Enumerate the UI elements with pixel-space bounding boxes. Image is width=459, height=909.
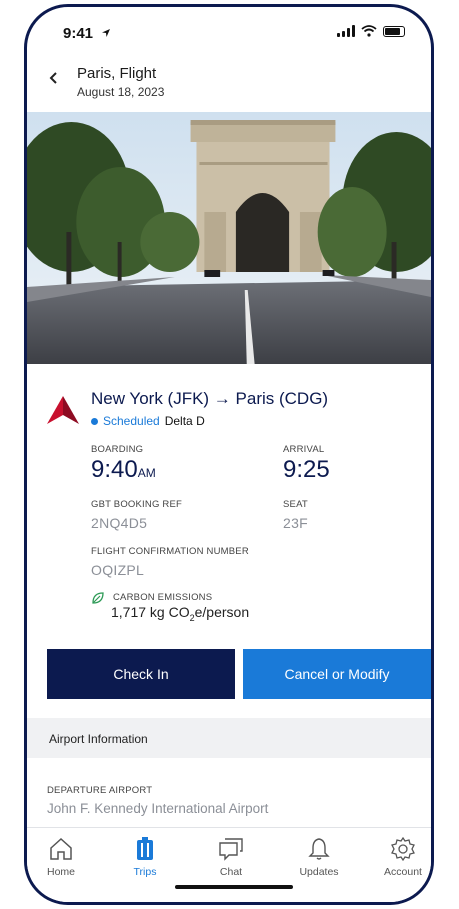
delta-logo-icon <box>47 396 79 424</box>
seat-label: SEAT <box>283 499 308 510</box>
chat-icon <box>219 838 243 861</box>
arrival-time: 9:25 <box>283 456 330 483</box>
tab-account-label: Account <box>384 866 422 878</box>
suitcase-icon <box>137 837 153 860</box>
confirmation-value: OQIZPL <box>91 562 145 578</box>
leaf-icon <box>92 592 104 604</box>
status-icons <box>337 25 405 37</box>
page-title: Paris, Flight <box>77 65 157 82</box>
status-text: Scheduled <box>103 414 160 428</box>
tab-home-label: Home <box>46 866 75 878</box>
booking-ref-label: GBT BOOKING REF <box>91 499 182 510</box>
booking-ref-value: 2NQ4D5 <box>91 515 148 531</box>
carbon-unit: e/person <box>194 604 250 620</box>
tab-updates[interactable]: Updates <box>289 836 349 878</box>
boarding-time-value: 9:40 <box>91 456 138 483</box>
home-icon <box>50 837 72 860</box>
boarding-label: BOARDING <box>91 444 144 455</box>
tab-home[interactable]: Home <box>31 836 91 878</box>
bell-icon <box>308 838 330 860</box>
carbon-label: CARBON EMISSIONS <box>113 592 213 603</box>
trip-date: August 18, 2023 <box>77 85 165 99</box>
boarding-time-suffix: AM <box>137 466 156 480</box>
tab-trips[interactable]: Trips <box>115 836 175 878</box>
confirmation-label: FLIGHT CONFIRMATION NUMBER <box>91 546 249 557</box>
wifi-icon <box>361 25 377 37</box>
departure-airport-label: DEPARTURE AIRPORT <box>47 785 153 796</box>
status-dot-icon <box>91 417 98 425</box>
flight-route: New York (JFK) → Paris (CDG) <box>91 389 329 408</box>
cancel-modify-button[interactable]: Cancel or Modify <box>243 649 431 699</box>
tab-bar: Home Trips Chat Updates Account <box>27 827 431 902</box>
status-bar: 9:41 <box>27 7 431 51</box>
departure-airport-value: John F. Kennedy International Airport <box>47 801 269 816</box>
battery-icon <box>383 25 405 37</box>
location-arrow-icon <box>102 29 110 37</box>
check-in-button[interactable]: Check In <box>47 649 235 699</box>
tab-trips-label: Trips <box>133 866 157 878</box>
tab-updates-label: Updates <box>299 866 339 878</box>
screen: 9:41 Paris, Flight August 18, 2023 New Y… <box>27 7 431 902</box>
flight-card: New York (JFK) → Paris (CDG) Scheduled D… <box>27 364 431 699</box>
arrival-label: ARRIVAL <box>283 444 325 455</box>
seat-value: 23F <box>283 515 309 531</box>
flight-status: Scheduled Delta D <box>91 414 205 428</box>
carbon-amount: 1,717 kg CO <box>111 604 190 620</box>
signal-icon <box>337 25 355 37</box>
boarding-time: 9:40AM <box>91 456 156 484</box>
status-time: 9:41 <box>63 25 94 42</box>
carrier-name: Delta D <box>164 414 205 428</box>
nav-header: Paris, Flight August 18, 2023 <box>27 51 431 109</box>
tab-account[interactable]: Account <box>373 836 431 878</box>
airport-info-title: Airport Information <box>49 732 148 746</box>
phone-frame: 9:41 Paris, Flight August 18, 2023 New Y… <box>24 4 434 905</box>
destination-photo <box>27 112 431 364</box>
gear-icon <box>391 836 415 862</box>
carbon-value: 1,717 kg CO2e/person <box>111 604 249 623</box>
home-indicator <box>175 885 293 889</box>
tab-chat[interactable]: Chat <box>201 836 261 878</box>
chevron-left-icon[interactable] <box>47 71 61 85</box>
airport-info-header[interactable]: Airport Information <box>27 718 431 758</box>
tab-chat-label: Chat <box>219 866 243 878</box>
